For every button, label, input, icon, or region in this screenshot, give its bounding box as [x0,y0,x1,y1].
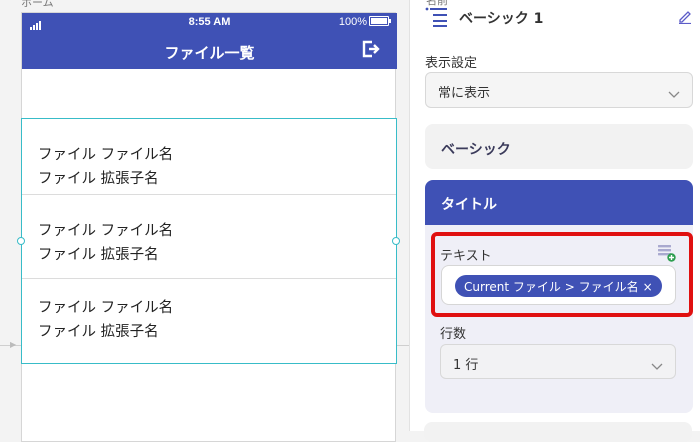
basic-section-title: ベーシック [441,142,511,158]
list-item-line2: ファイル 拡張子名 [38,324,159,340]
list-item-line1: ファイル ファイル名 [38,223,174,239]
list-item-line2: ファイル 拡張子名 [38,171,159,187]
exit-icon[interactable] [361,39,381,63]
list-component-icon [425,6,449,32]
status-bar: 8:55 AM 100% [22,13,397,33]
app-bar: ファイル一覧 [22,33,397,69]
chevron-down-icon [651,356,663,375]
resize-handle-right[interactable] [392,237,400,245]
basic-section-card[interactable]: ベーシック [425,124,693,169]
battery-text: 100% [338,16,367,28]
list-item[interactable]: ファイル ファイル名 ファイル 拡張子名 [22,119,396,195]
file-list[interactable]: ファイル ファイル名 ファイル 拡張子名 ファイル ファイル名 ファイル 拡張子… [21,118,397,364]
lines-select[interactable]: 1 行 [440,344,676,379]
add-field-icon[interactable] [657,243,677,267]
text-field-label: テキスト [440,249,492,264]
field-reference-chip[interactable]: Current ファイル > ファイル名 × [455,275,662,297]
title-section-title: タイトル [441,197,497,213]
display-setting-select[interactable]: 常に表示 [425,72,693,108]
screen-label: ホーム [21,0,54,9]
battery-indicator: 100% [338,16,391,28]
title-section-header[interactable]: タイトル [425,180,693,225]
guide-arrow-icon: ▶ [10,340,17,349]
display-setting-value: 常に表示 [438,86,491,101]
list-item-line1: ファイル ファイル名 [38,300,174,316]
component-name-row: ベーシック 1 [425,6,695,30]
lines-label: 行数 [440,327,467,342]
lines-value: 1 行 [453,358,479,373]
component-name: ベーシック 1 [459,11,544,27]
text-field-input[interactable]: Current ファイル > ファイル名 × [441,265,676,305]
display-setting-label: 表示設定 [425,56,478,71]
chip-label: Current ファイル > ファイル名 [464,280,639,294]
design-canvas: ホーム ▶ 8:55 AM 100% ファイル一覧 ファイル ファイル名 ファイ… [0,0,409,442]
list-item[interactable]: ファイル ファイル名 ファイル 拡張子名 [22,203,396,279]
battery-icon [369,16,391,26]
guide-line-right [397,345,409,346]
app-bar-title: ファイル一覧 [164,44,255,62]
resize-handle-left[interactable] [17,237,25,245]
next-section-card[interactable] [424,422,692,442]
chevron-down-icon [668,84,680,103]
close-icon[interactable]: × [643,280,653,294]
list-item-line1: ファイル ファイル名 [38,147,174,163]
list-item[interactable]: ファイル ファイル名 ファイル 拡張子名 [22,280,396,356]
list-item-line2: ファイル 拡張子名 [38,247,159,263]
pencil-icon[interactable] [677,8,693,28]
